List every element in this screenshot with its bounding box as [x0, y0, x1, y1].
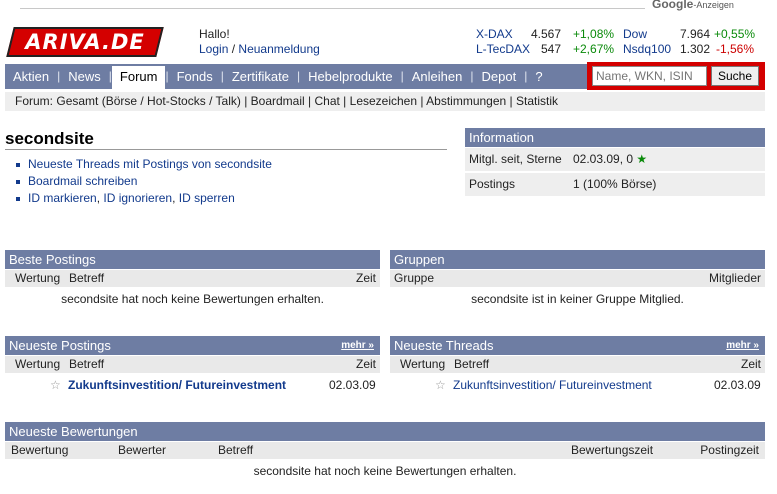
ariva-logo[interactable]: ARIVA.DE [6, 27, 164, 57]
ticker-change: +2,67% [573, 42, 615, 56]
greeting-block: Hallo! Login / Neuanmeldung [199, 27, 320, 56]
posting-time: 02.03.09 [329, 378, 376, 392]
divider [5, 149, 447, 150]
thread-subject-link[interactable]: Zukunftsinvestition/ Futureinvestment [453, 378, 652, 392]
list-item: Boardmail schreiben [14, 173, 272, 190]
rating-star-icon[interactable]: ☆ [435, 378, 446, 392]
ticker-value: 1.302 [679, 42, 710, 56]
ticker-value: 547 [540, 42, 561, 56]
ticker-change: -1,56% [716, 42, 755, 56]
forum-subnav: Forum: Gesamt (Börse / Hot-Stocks / Talk… [5, 92, 765, 111]
thread-time: 02.03.09 [714, 378, 761, 392]
nav-item-aktien[interactable]: Aktien [5, 64, 57, 89]
subnav-prefix: Forum: [15, 94, 54, 108]
table-header: Wertung Betreff Zeit [5, 356, 380, 373]
login-link[interactable]: Login [199, 42, 228, 56]
search-input[interactable] [592, 66, 707, 86]
subnav-item-lesezeichen[interactable]: Lesezeichen [350, 94, 417, 108]
top-ad-strip: Google-Anzeigen [0, 0, 777, 14]
more-link[interactable]: mehr » [726, 336, 759, 355]
neueste-threads-title: Neueste Threads mehr » [390, 336, 765, 355]
newest-threads-link[interactable]: Neueste Threads mit Postings von seconds… [28, 157, 272, 171]
empty-message: secondsite hat noch keine Bewertungen er… [61, 292, 324, 306]
list-item: Neueste Threads mit Postings von seconds… [14, 156, 272, 173]
table-header: Bewertung Bewerter Betreff Bewertungszei… [5, 442, 765, 459]
nav-item-fonds[interactable]: Fonds [169, 64, 221, 89]
nav-item-forum[interactable]: Forum [111, 66, 166, 89]
info-value: 1 (100% Börse) [573, 177, 657, 191]
nav-item-anleihen[interactable]: Anleihen [404, 64, 471, 89]
subnav-item-boardmail[interactable]: Boardmail [251, 94, 305, 108]
posting-subject-link[interactable]: Zukunftsinvestition/ Futureinvestment [68, 378, 286, 392]
page-title: secondsite [5, 129, 94, 148]
ticker-change: +1,08% [573, 27, 615, 41]
ticker-name[interactable]: Nsdq100 [623, 42, 671, 57]
list-item: ID markieren, ID ignorieren, ID sperren [14, 190, 272, 207]
market-ticker: X-DAX 4.567 +1,08% Dow 7.964 +0,55% L-Te… [476, 27, 766, 57]
beste-postings-title: Beste Postings [5, 250, 380, 269]
ticker-row: X-DAX 4.567 +1,08% Dow 7.964 +0,55% [476, 27, 766, 42]
ticker-value: 7.964 [679, 27, 710, 41]
profile-actions: Neueste Threads mit Postings von seconds… [14, 156, 272, 207]
table-header: Wertung Betreff Zeit [5, 270, 380, 287]
search-box: Suche [587, 62, 765, 90]
info-label: Mitgl. seit, Sterne [469, 152, 562, 166]
table-header: Wertung Betreff Zeit [390, 356, 765, 373]
more-link[interactable]: mehr » [341, 336, 374, 355]
ticker-name[interactable]: X-DAX [476, 27, 513, 42]
main-nav: Aktien | News | Forum | Fonds | Zertifikate |… [5, 64, 587, 89]
id-mark-link[interactable]: ID markieren [28, 191, 97, 205]
nav-item-depot[interactable]: Depot [473, 64, 524, 89]
subnav-item-abstimmungen[interactable]: Abstimmungen [426, 94, 506, 108]
ticker-change: +0,55% [714, 27, 756, 41]
boardmail-link[interactable]: Boardmail schreiben [28, 174, 137, 188]
neueste-bewertungen-title: Neueste Bewertungen [5, 422, 765, 441]
nav-item-hebelprodukte[interactable]: Hebelprodukte [300, 64, 401, 89]
info-label: Postings [469, 177, 516, 191]
greeting-text: Hallo! [199, 27, 230, 41]
gruppen-title: Gruppen [390, 250, 765, 269]
ticker-row: L-TecDAX 547 +2,67% Nsdq100 1.302 -1,56% [476, 42, 766, 57]
google-ads-label[interactable]: Google-Anzeigen [652, 0, 734, 11]
nav-item-zertifikate[interactable]: Zertifikate [224, 64, 297, 89]
id-ignore-link[interactable]: ID ignorieren [103, 191, 172, 205]
ticker-name[interactable]: Dow [623, 27, 647, 42]
rating-star-icon[interactable]: ☆ [50, 378, 61, 392]
info-panel-title: Information [465, 128, 765, 147]
ticker-name[interactable]: L-TecDAX [476, 42, 530, 57]
empty-message: secondsite hat noch keine Bewertungen er… [253, 464, 517, 478]
info-row: Mitgl. seit, Sterne 02.03.09, 0 ★ [465, 148, 765, 171]
nav-item-help[interactable]: ? [527, 64, 550, 89]
subnav-item-chat[interactable]: Chat [314, 94, 339, 108]
search-button[interactable]: Suche [711, 66, 759, 86]
divider [20, 8, 645, 9]
empty-message: secondsite ist in keiner Gruppe Mitglied… [471, 292, 684, 306]
ticker-value: 4.567 [530, 27, 561, 41]
table-header: Gruppe Mitglieder [390, 270, 765, 287]
info-value: 02.03.09, 0 [573, 152, 634, 166]
subnav-item-gesamt[interactable]: Gesamt (Börse / Hot-Stocks / Talk) [56, 94, 241, 108]
subnav-item-statistik[interactable]: Statistik [516, 94, 558, 108]
nav-item-news[interactable]: News [60, 64, 109, 89]
neueste-postings-title: Neueste Postings mehr » [5, 336, 380, 355]
star-icon: ★ [636, 152, 648, 166]
id-block-link[interactable]: ID sperren [179, 191, 235, 205]
register-link[interactable]: Neuanmeldung [238, 42, 319, 56]
info-row: Postings 1 (100% Börse) [465, 173, 765, 196]
